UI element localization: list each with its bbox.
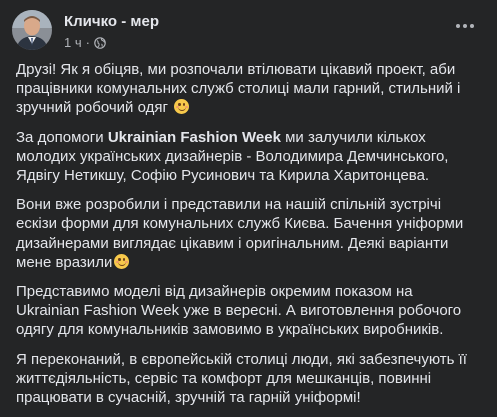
meta-separator: ·	[85, 35, 90, 50]
facebook-post: Кличко - мер 1 ч · Друзі! Як я обіцяв, м…	[0, 0, 497, 406]
globe-icon[interactable]	[94, 36, 106, 49]
paragraph-4-text: Представимо моделі від дизайнерів окреми…	[16, 283, 462, 339]
paragraph-2: За допомоги Ukrainian Fashion Week ми за…	[16, 128, 476, 186]
post-meta: 1 ч ·	[64, 35, 106, 50]
brand-mention: Ukrainian Fashion Week	[107, 128, 281, 146]
post-text: Друзі! Як я обіцяв, ми розпочали втілюва…	[16, 60, 476, 417]
author-name[interactable]: Кличко - мер	[64, 13, 159, 30]
smiling-face-icon	[114, 253, 130, 269]
paragraph-1-text: Друзі! Як я обіцяв, ми розпочали втілюва…	[16, 61, 461, 117]
post-timestamp[interactable]: 1 ч	[64, 35, 82, 50]
paragraph-1: Друзі! Як я обіцяв, ми розпочали втілюва…	[16, 60, 476, 118]
more-dot	[463, 24, 467, 28]
paragraph-3: Вони вже розробили і представили на наші…	[16, 195, 476, 272]
more-horizontal-icon	[456, 24, 460, 28]
paragraph-2-before: За допомоги	[16, 128, 108, 146]
paragraph-3-text: Вони вже розробили і представили на наші…	[16, 196, 464, 271]
paragraph-5: Я переконаний, в європейській столиці лю…	[16, 350, 476, 408]
post-header: Кличко - мер 1 ч ·	[12, 8, 485, 52]
paragraph-4: Представимо моделі від дизайнерів окреми…	[16, 282, 476, 340]
author-avatar[interactable]	[12, 10, 52, 50]
more-options-button[interactable]	[451, 16, 479, 36]
smiling-face-icon	[174, 99, 190, 115]
avatar-photo	[12, 10, 52, 50]
paragraph-5-text: Я переконаний, в європейській столиці лю…	[16, 350, 467, 407]
more-dot	[470, 24, 474, 28]
